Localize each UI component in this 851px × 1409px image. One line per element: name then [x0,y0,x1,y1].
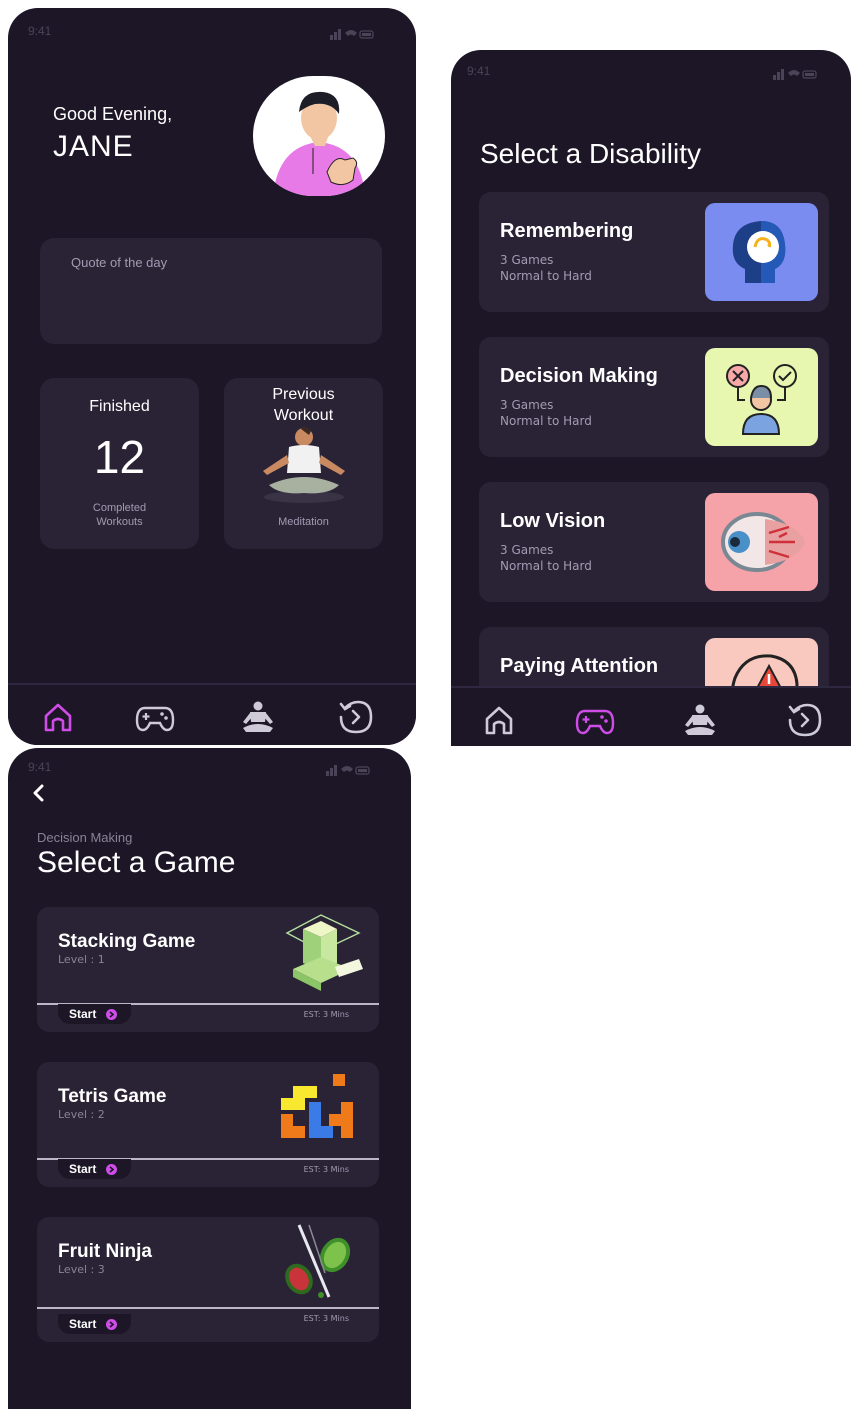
page-title: Select a Disability [480,138,701,169]
nav-home[interactable] [38,697,78,737]
home-icon [485,706,513,735]
game-card-fruit-ninja[interactable]: Fruit Ninja Level : 3 Start EST: 3 Mins [37,1217,379,1342]
est-time: EST: 3 Mins [303,1165,349,1174]
chevron-right-circle-icon [106,1163,118,1175]
disability-screen: 9:41 Select a Disability Remembering 3 G… [451,50,851,746]
status-time: 9:41 [467,64,491,78]
nav-home[interactable] [479,700,519,740]
quote-label: Quote of the day [71,255,168,270]
brain-memory-icon [732,221,786,283]
meditation-icon [243,701,273,732]
eye-icon [721,512,805,572]
disability-level: Normal to Hard [500,414,592,428]
status-icons [330,28,374,40]
page-title: Select a Game [37,846,236,879]
disability-games: 3 Games [500,398,554,412]
signal-wifi-battery-icon [773,69,817,80]
meditation-figure-icon [263,426,345,503]
start-label: Start [69,1007,97,1021]
games-screen: 9:41 Decision Making Select a Game Stack… [8,748,411,1409]
game-title: Fruit Ninja [58,1241,152,1262]
finished-caption-1: Completed [92,502,147,514]
back-chevron-icon[interactable] [31,784,47,802]
start-label: Start [69,1317,97,1331]
nav-games[interactable] [575,700,615,740]
disability-item-low-vision[interactable]: Low Vision 3 Games Normal to Hard [479,482,829,602]
start-button[interactable]: Start [58,1314,131,1334]
disability-level: Normal to Hard [500,559,592,573]
finished-card[interactable]: Finished 12 Completed Workouts [40,378,199,549]
breadcrumb: Decision Making [37,830,133,845]
start-button[interactable]: Start [58,1004,131,1024]
game-title: Tetris Game [58,1086,167,1107]
stacking-blocks-icon [285,914,363,991]
disability-item-remembering[interactable]: Remembering 3 Games Normal to Hard [479,192,829,312]
disability-title: Low Vision [500,510,606,532]
gamepad-icon [135,706,175,732]
disability-item-decision-making[interactable]: Decision Making 3 Games Normal to Hard [479,337,829,457]
chevron-right-circle-icon [106,1008,118,1020]
game-divider [37,1307,379,1309]
status-icons [773,68,817,80]
bottom-nav [451,686,851,746]
previous-title-1: Previous [272,386,335,403]
game-card-tetris[interactable]: Tetris Game Level : 2 Start EST: 3 Mins [37,1062,379,1187]
chevron-right-circle-icon [106,1318,118,1330]
home-icon [44,703,72,732]
disability-games: 3 Games [500,253,554,267]
disability-title: Decision Making [500,365,658,387]
decision-image [705,348,818,446]
game-level: Level : 2 [58,1108,105,1121]
tetris-blocks-icon [281,1074,353,1138]
finished-title: Finished [89,398,150,415]
low-vision-image [705,493,818,591]
disability-title: Paying Attention [500,655,659,677]
previous-caption: Meditation [278,516,329,528]
status-time: 9:41 [28,24,52,38]
game-level: Level : 1 [58,953,105,966]
finished-count: 12 [93,431,146,483]
previous-title-2: Workout [273,407,334,424]
game-card-stacking[interactable]: Stacking Game Level : 1 Start EST: 3 Min… [37,907,379,1032]
est-time: EST: 3 Mins [303,1010,349,1019]
start-label: Start [69,1162,97,1176]
status-time: 9:41 [28,760,52,774]
nav-games[interactable] [135,697,175,737]
remembering-image [705,203,818,301]
decision-person-icon [726,364,797,435]
user-name: JANE [53,130,134,163]
game-title: Stacking Game [58,931,196,952]
est-time: EST: 3 Mins [303,1314,349,1323]
nav-meditation[interactable] [680,700,720,740]
disability-level: Normal to Hard [500,269,592,283]
start-button[interactable]: Start [58,1159,131,1179]
greeting-text: Good Evening, [53,104,173,124]
avatar[interactable] [253,76,385,196]
fruit-slice-icon [285,1224,351,1298]
disability-title: Remembering [500,220,634,242]
gamepad-icon [575,709,615,735]
meditation-icon [685,704,715,735]
history-icon [788,703,822,737]
disability-games: 3 Games [500,543,554,557]
nav-meditation[interactable] [238,697,278,737]
quote-card[interactable]: Quote of the day [40,238,382,344]
finished-caption-2: Workouts [96,516,143,528]
home-screen: 9:41 Good Evening, JANE Quote of the day… [8,8,416,745]
signal-wifi-battery-icon [330,29,374,40]
nav-history[interactable] [336,697,376,737]
history-icon [339,700,373,734]
avatar-person-icon [273,91,365,196]
previous-workout-card[interactable]: Previous Workout Meditation [224,378,383,549]
nav-history[interactable] [785,700,825,740]
signal-wifi-battery-icon [326,765,370,776]
game-level: Level : 3 [58,1263,105,1276]
status-icons [326,764,370,776]
bottom-nav [8,683,416,745]
